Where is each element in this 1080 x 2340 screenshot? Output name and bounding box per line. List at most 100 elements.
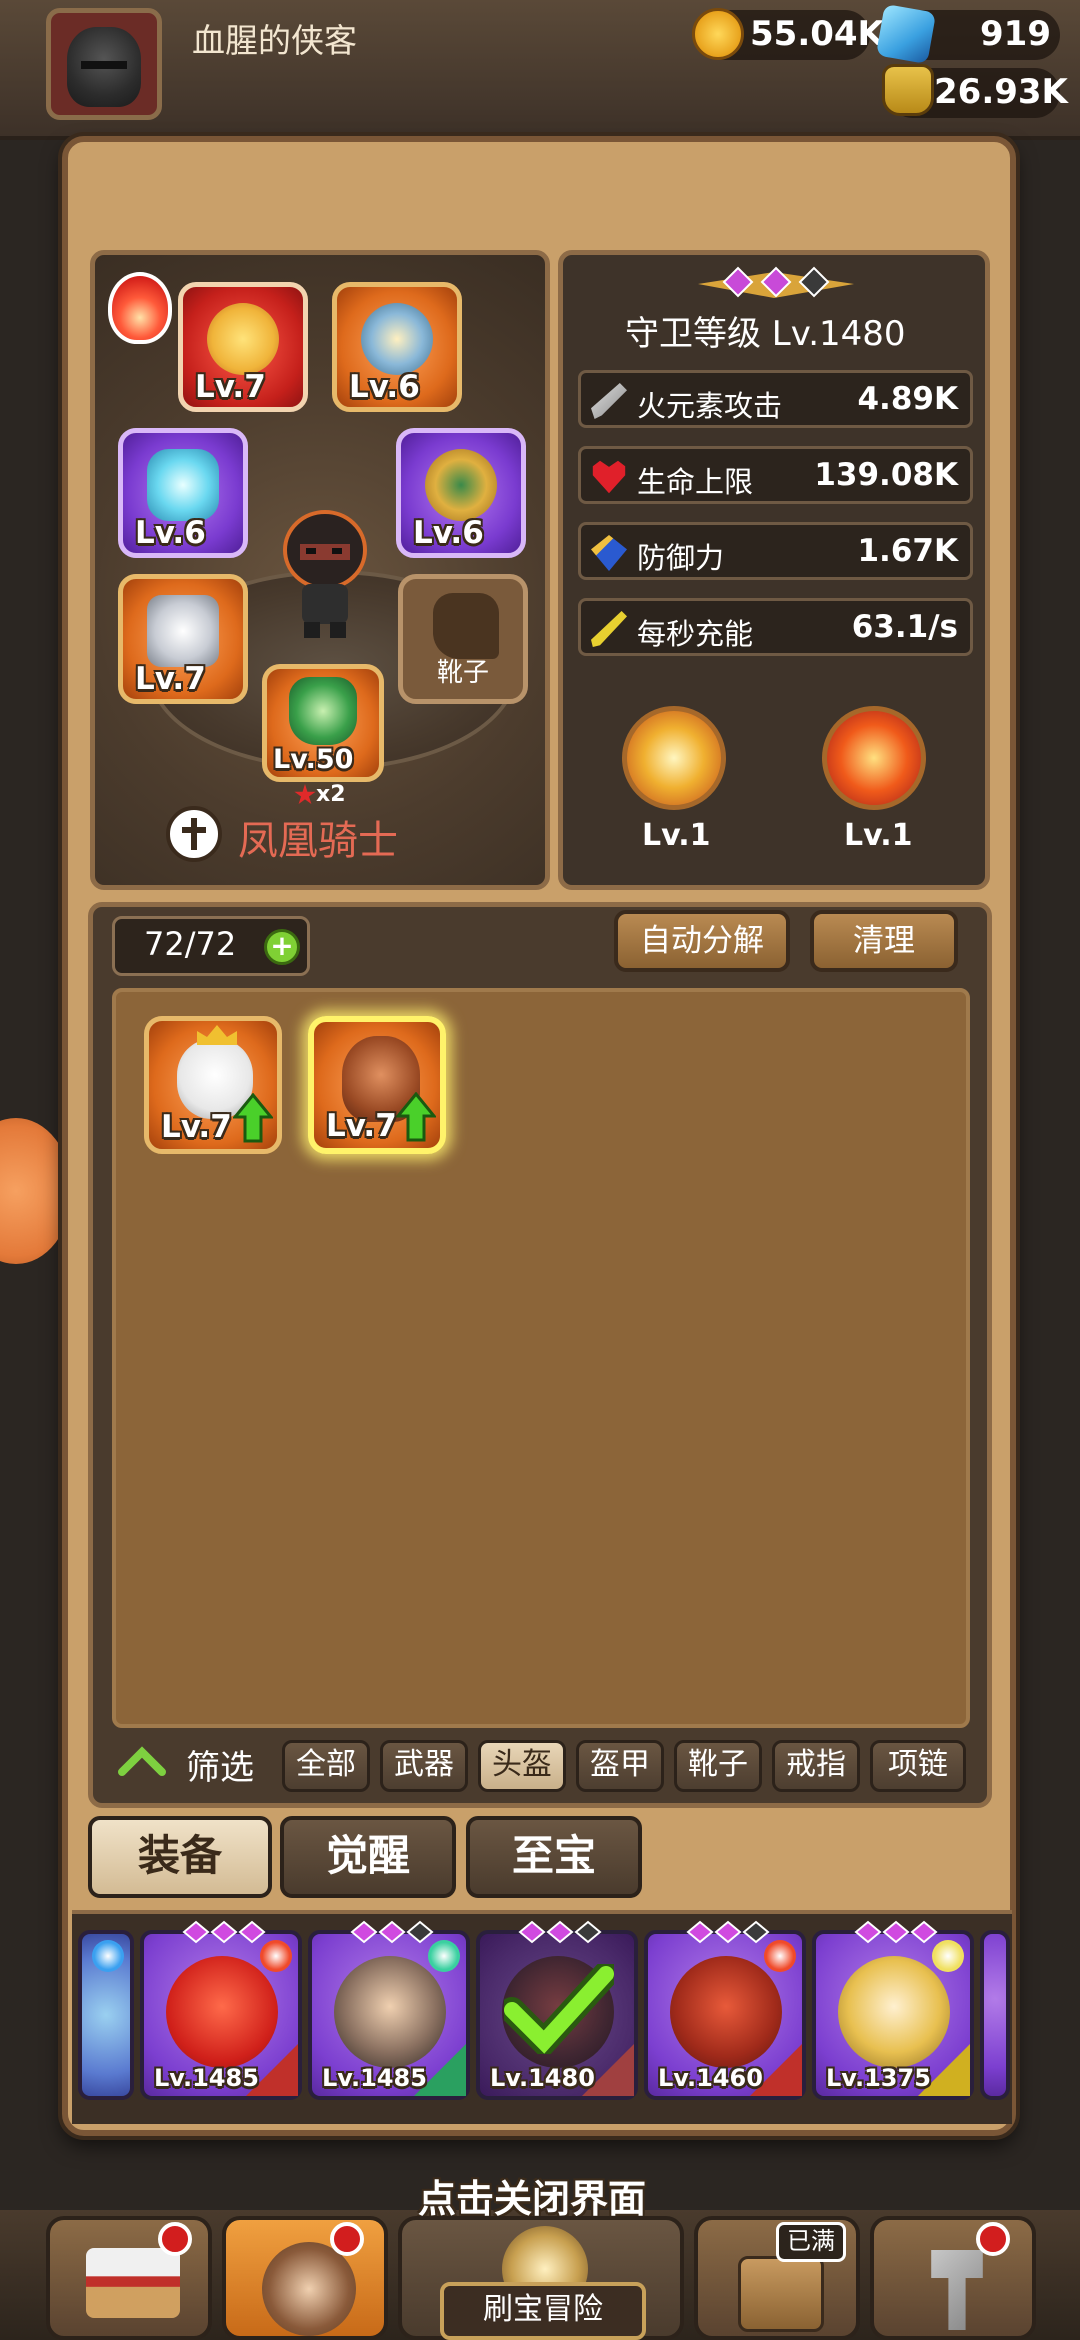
hero-portrait-icon xyxy=(262,2242,356,2336)
rank-diamonds-icon xyxy=(350,1920,434,1944)
stat-row-charge: 每秒充能 63.1/s xyxy=(578,598,973,656)
upgrade-arrow-icon xyxy=(233,1093,273,1143)
inventory-item-horned-helmet[interactable]: Lv.7 xyxy=(308,1016,446,1154)
gold-coin-icon xyxy=(692,8,744,60)
potion-value: 26.93K xyxy=(934,72,1068,112)
filter-weapon[interactable]: 武器 xyxy=(380,1740,468,1792)
close-hint[interactable]: 点击关闭界面 xyxy=(418,2168,646,2223)
player-name: 血腥的侠客 xyxy=(192,21,357,60)
skill-sword-icon[interactable] xyxy=(622,706,726,810)
green-helmet-icon xyxy=(289,677,357,745)
expand-plus-icon[interactable]: + xyxy=(264,929,300,965)
necklace-icon xyxy=(361,303,433,375)
equip-slot-crown[interactable]: Lv.6 xyxy=(118,428,248,558)
stat-row-defense: 防御力 1.67K xyxy=(578,522,973,580)
equip-slot-necklace[interactable]: Lv.6 xyxy=(332,282,462,412)
filter-chevron-up-icon[interactable] xyxy=(118,1746,166,1776)
rank-diamonds-icon xyxy=(854,1920,938,1944)
filter-label: 筛选 xyxy=(186,1748,254,1788)
filter-necklace[interactable]: 项链 xyxy=(870,1740,966,1792)
filter-boots[interactable]: 靴子 xyxy=(674,1740,762,1792)
equip-slot-boots[interactable]: 靴子 xyxy=(398,574,528,704)
hero-level: Lv.1375 xyxy=(826,2064,931,2092)
potion-jar-icon xyxy=(882,64,934,116)
filter-armor[interactable]: 盔甲 xyxy=(576,1740,664,1792)
tab-awaken[interactable]: 觉醒 xyxy=(280,1816,456,1898)
inventory-item-chicken-helmet[interactable]: Lv.7 xyxy=(144,1016,282,1154)
rank-diamonds-icon xyxy=(694,258,858,308)
hero-level: Lv.1460 xyxy=(658,2064,763,2092)
item-level: Lv.7 xyxy=(326,1108,397,1144)
notification-dot xyxy=(330,2222,364,2256)
notification-dot xyxy=(976,2222,1010,2256)
hero-level: Lv.1480 xyxy=(490,2064,595,2092)
star-count: x2 xyxy=(316,782,346,807)
filter-helmet[interactable]: 头盔 xyxy=(478,1740,566,1792)
clear-button[interactable]: 清理 xyxy=(810,910,958,972)
knight-helmet-icon xyxy=(67,27,141,107)
fire-element-icon xyxy=(764,1940,796,1972)
slot-level: Lv.7 xyxy=(195,369,266,405)
rank-diamonds-icon xyxy=(686,1920,770,1944)
hero-card-partial[interactable] xyxy=(980,1930,1010,2100)
auto-decompose-button[interactable]: 自动分解 xyxy=(614,910,790,972)
slot-level: Lv.7 xyxy=(135,661,206,697)
charge-sword-icon xyxy=(591,611,627,647)
nav-forge[interactable] xyxy=(870,2216,1036,2340)
tab-equipment[interactable]: 装备 xyxy=(88,1816,272,1898)
hero-card-selected[interactable]: Lv.1480 xyxy=(476,1920,638,2100)
rank-diamonds-icon xyxy=(518,1920,602,1944)
slot-level: Lv.6 xyxy=(413,515,484,551)
crystal-crown-icon xyxy=(147,449,219,521)
bag-icon xyxy=(738,2256,824,2332)
equip-slot-armor[interactable]: Lv.7 xyxy=(118,574,248,704)
stat-label: 生命上限 xyxy=(637,465,754,499)
hero-card[interactable]: Lv.1485 xyxy=(140,1920,302,2100)
equip-slot-ring[interactable]: Lv.6 xyxy=(396,428,526,558)
slot-level: Lv.50 xyxy=(273,744,354,775)
hero-card[interactable]: Lv.1460 xyxy=(644,1920,806,2100)
equip-slot-helmet[interactable]: Lv.50 xyxy=(262,664,384,782)
cross-shield-icon xyxy=(166,806,222,862)
heart-icon xyxy=(592,460,626,494)
gem-value: 919 xyxy=(980,14,1051,54)
light-element-icon xyxy=(932,1940,964,1972)
hero-figure xyxy=(270,500,380,640)
full-badge: 已满 xyxy=(776,2222,846,2262)
filter-all[interactable]: 全部 xyxy=(282,1740,370,1792)
filter-ring[interactable]: 戒指 xyxy=(772,1740,860,1792)
hero-class-name: 凤凰骑士 xyxy=(238,818,398,864)
equip-slot-pizza[interactable]: Lv.7 xyxy=(178,282,308,412)
stat-row-fire-attack: 火元素攻击 4.89K xyxy=(578,370,973,428)
slot-level: Lv.6 xyxy=(135,515,206,551)
stat-value: 139.08K xyxy=(814,457,958,493)
rank-diamonds-icon xyxy=(182,1920,266,1944)
shield-icon xyxy=(591,535,627,571)
boot-silhouette-icon xyxy=(433,593,499,659)
fire-element-icon xyxy=(260,1940,292,1972)
player-avatar[interactable] xyxy=(46,8,162,120)
stat-value: 1.67K xyxy=(857,533,958,569)
hammer-icon xyxy=(931,2250,983,2330)
skill-phoenix-icon[interactable] xyxy=(822,706,926,810)
tab-treasure[interactable]: 至宝 xyxy=(466,1816,642,1898)
slot-level: Lv.6 xyxy=(349,369,420,405)
check-icon xyxy=(504,1964,614,2054)
shop-icon xyxy=(86,2248,180,2318)
gold-value: 55.04K xyxy=(750,14,884,54)
crown-icon xyxy=(197,1025,237,1045)
fire-element-icon xyxy=(108,272,172,344)
hero-card[interactable]: Lv.1485 xyxy=(308,1920,470,2100)
skill-level: Lv.1 xyxy=(642,818,711,853)
hero-level: Lv.1485 xyxy=(322,2064,427,2092)
hero-level: Lv.1485 xyxy=(154,2064,259,2092)
skill-level: Lv.1 xyxy=(844,818,913,853)
stat-label: 防御力 xyxy=(637,541,725,575)
hero-card-partial[interactable] xyxy=(78,1930,134,2100)
gem-icon xyxy=(875,3,937,65)
inventory-count: 72/72 xyxy=(144,925,237,963)
adventure-label: 刷宝冒险 xyxy=(440,2282,646,2340)
water-element-icon xyxy=(92,1940,124,1972)
stat-value: 63.1/s xyxy=(851,609,958,645)
hero-card[interactable]: Lv.1375 xyxy=(812,1920,974,2100)
